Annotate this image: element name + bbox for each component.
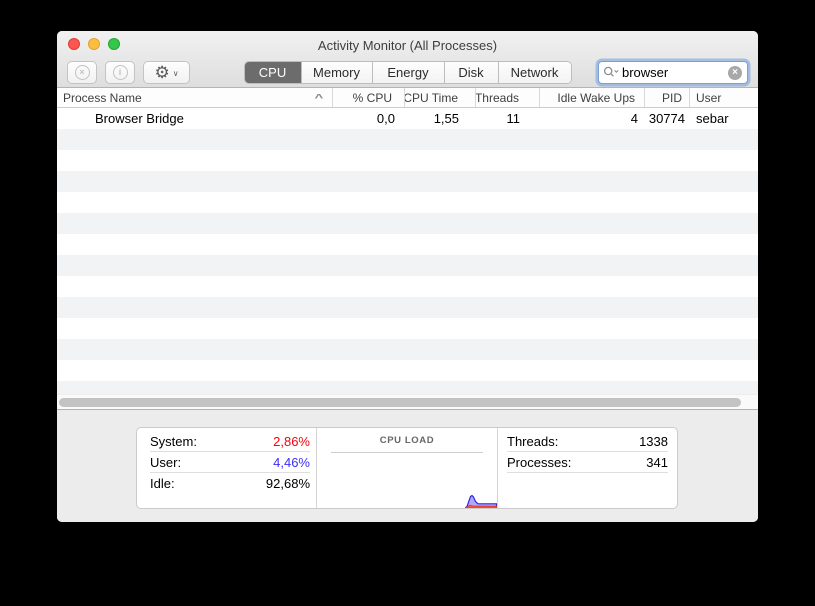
info-icon: i bbox=[113, 65, 128, 80]
toolbar: × i ⚙ ∨ CPU Memory Energy Disk Network bbox=[57, 57, 758, 88]
graph-title: CPU LOAD bbox=[317, 435, 497, 446]
process-table: Browser Bridge 0,0 1,55 11 4 30774 sebar bbox=[57, 108, 758, 394]
stat-label: User: bbox=[150, 455, 181, 470]
column-header-pid[interactable]: PID bbox=[645, 88, 690, 107]
tab-energy[interactable]: Energy bbox=[372, 62, 444, 83]
stat-value: 1338 bbox=[639, 434, 668, 449]
search-field[interactable]: × bbox=[598, 61, 748, 84]
quit-process-button[interactable]: × bbox=[67, 61, 97, 84]
stat-label: Threads: bbox=[507, 434, 558, 449]
column-header-cpu-time[interactable]: CPU Time bbox=[405, 88, 476, 107]
gear-icon: ⚙ bbox=[154, 64, 169, 81]
stat-label: Idle: bbox=[150, 476, 175, 491]
stat-label: System: bbox=[150, 434, 197, 449]
cpu-load-sparkline bbox=[465, 493, 497, 508]
process-count-stats: Threads: 1338 Processes: 341 bbox=[498, 428, 677, 508]
column-header-idle-wake-ups[interactable]: Idle Wake Ups bbox=[540, 88, 645, 107]
tab-memory[interactable]: Memory bbox=[301, 62, 372, 83]
stat-label: Processes: bbox=[507, 455, 571, 470]
cpu-stats-box: System: 2,86% User: 4,46% Idle: 92,68% C… bbox=[136, 427, 678, 509]
sort-ascending-icon: ^ bbox=[315, 93, 333, 104]
cell-cpu-percent: 0,0 bbox=[333, 111, 405, 126]
stats-pane: System: 2,86% User: 4,46% Idle: 92,68% C… bbox=[57, 409, 758, 522]
chevron-down-icon: ∨ bbox=[173, 69, 179, 78]
tab-network[interactable]: Network bbox=[498, 62, 571, 83]
stat-value: 341 bbox=[646, 455, 668, 470]
column-header-process-name[interactable]: Process Name ^ bbox=[57, 88, 333, 107]
stat-value: 92,68% bbox=[266, 476, 310, 491]
cell-threads: 11 bbox=[476, 111, 540, 126]
stat-row-processes: Processes: 341 bbox=[507, 452, 668, 473]
scrollbar-thumb[interactable] bbox=[59, 398, 741, 407]
table-row[interactable]: Browser Bridge 0,0 1,55 11 4 30774 sebar bbox=[57, 108, 758, 129]
tab-cpu[interactable]: CPU bbox=[245, 62, 301, 83]
column-header-threads[interactable]: Threads bbox=[476, 88, 540, 107]
cell-user: sebar bbox=[690, 111, 758, 126]
clear-search-icon[interactable]: × bbox=[728, 66, 742, 80]
stat-row-system: System: 2,86% bbox=[150, 431, 310, 452]
view-tabs: CPU Memory Energy Disk Network bbox=[244, 61, 572, 84]
window-chrome: Activity Monitor (All Processes) × i ⚙ ∨ bbox=[57, 31, 758, 88]
cell-idle-wake-ups: 4 bbox=[540, 111, 645, 126]
column-header-user[interactable]: User bbox=[690, 88, 758, 107]
titlebar[interactable]: Activity Monitor (All Processes) bbox=[57, 31, 758, 57]
stat-value: 2,86% bbox=[273, 434, 310, 449]
table-header: Process Name ^ % CPU CPU Time Threads Id… bbox=[57, 88, 758, 108]
cpu-usage-stats: System: 2,86% User: 4,46% Idle: 92,68% bbox=[137, 428, 317, 508]
toolbar-buttons: × i ⚙ ∨ bbox=[67, 61, 190, 84]
search-input[interactable] bbox=[620, 65, 728, 80]
graph-axis-line bbox=[331, 452, 483, 453]
cell-process-name: Browser Bridge bbox=[57, 111, 333, 126]
inspect-process-button[interactable]: i bbox=[105, 61, 135, 84]
cell-pid: 30774 bbox=[645, 111, 690, 126]
cell-cpu-time: 1,55 bbox=[405, 111, 476, 126]
stat-row-threads: Threads: 1338 bbox=[507, 431, 668, 452]
column-header-cpu-percent[interactable]: % CPU bbox=[333, 88, 405, 107]
stat-row-user: User: 4,46% bbox=[150, 452, 310, 473]
search-icon bbox=[603, 66, 620, 79]
stat-value: 4,46% bbox=[273, 455, 310, 470]
activity-monitor-window: Activity Monitor (All Processes) × i ⚙ ∨ bbox=[57, 31, 758, 522]
window-title: Activity Monitor (All Processes) bbox=[57, 38, 758, 53]
horizontal-scrollbar[interactable] bbox=[57, 394, 758, 409]
desktop-background: Activity Monitor (All Processes) × i ⚙ ∨ bbox=[0, 0, 815, 606]
quit-process-icon: × bbox=[75, 65, 90, 80]
settings-menu-button[interactable]: ⚙ ∨ bbox=[143, 61, 190, 84]
stat-row-idle: Idle: 92,68% bbox=[150, 473, 310, 494]
tab-disk[interactable]: Disk bbox=[444, 62, 498, 83]
cpu-load-graph: CPU LOAD bbox=[317, 428, 498, 508]
column-label: Process Name bbox=[63, 91, 142, 105]
